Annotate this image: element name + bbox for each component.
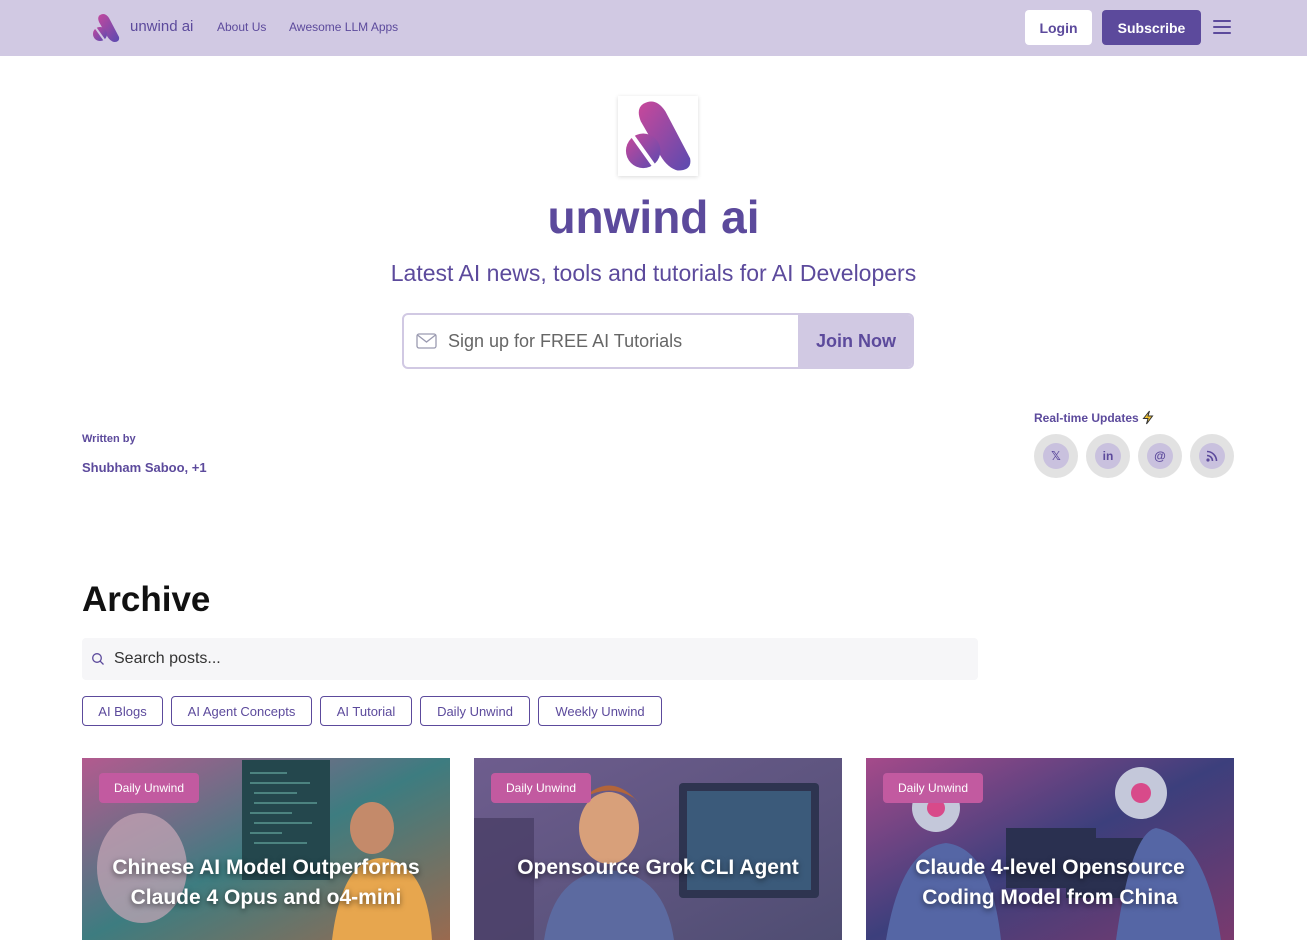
chip-weekly-unwind[interactable]: Weekly Unwind <box>538 696 662 726</box>
hero-logo <box>618 96 698 176</box>
card-badge: Daily Unwind <box>491 773 592 803</box>
author-name[interactable]: Shubham Saboo, +1 <box>82 460 207 475</box>
social-rss-button[interactable] <box>1190 434 1234 478</box>
post-card[interactable]: Daily Unwind Claude 4-level Opensource C… <box>866 758 1234 940</box>
login-button[interactable]: Login <box>1025 10 1092 45</box>
signup-form: Join Now <box>402 313 914 369</box>
social-linkedin-button[interactable]: in <box>1086 434 1130 478</box>
card-title[interactable]: Claude 4-level Opensource Coding Model f… <box>886 853 1214 913</box>
lightning-icon <box>1142 410 1154 425</box>
join-now-button[interactable]: Join Now <box>798 315 912 367</box>
subscribe-button[interactable]: Subscribe <box>1102 10 1201 45</box>
card-badge: Daily Unwind <box>883 773 984 803</box>
card-badge: Daily Unwind <box>99 773 200 803</box>
threads-icon: @ <box>1154 449 1166 463</box>
unwind-logo-icon[interactable] <box>91 13 121 43</box>
unwind-logo-large-icon <box>625 101 691 171</box>
chip-daily-unwind[interactable]: Daily Unwind <box>420 696 530 726</box>
hero-title: unwind ai <box>547 191 760 243</box>
social-threads-button[interactable]: @ <box>1138 434 1182 478</box>
post-card[interactable]: Daily Unwind Chinese AI Model Outperform… <box>82 758 450 940</box>
x-icon: 𝕏 <box>1051 449 1061 463</box>
search-posts-input[interactable] <box>114 638 964 680</box>
search-icon <box>92 653 104 665</box>
chip-ai-tutorial[interactable]: AI Tutorial <box>320 696 412 726</box>
nav-link-awesome-llm-apps[interactable]: Awesome LLM Apps <box>289 20 398 34</box>
rss-icon <box>1206 450 1218 462</box>
search-bar <box>82 638 978 680</box>
post-card[interactable]: Daily Unwind Opensource Grok CLI Agent <box>474 758 842 940</box>
top-nav: unwind ai About Us Awesome LLM Apps Logi… <box>0 0 1307 56</box>
chip-ai-agent-concepts[interactable]: AI Agent Concepts <box>171 696 312 726</box>
written-by-label: Written by <box>82 433 136 445</box>
signup-email-input[interactable] <box>448 315 796 367</box>
social-x-button[interactable]: 𝕏 <box>1034 434 1078 478</box>
archive-title: Archive <box>82 580 211 619</box>
card-title[interactable]: Opensource Grok CLI Agent <box>494 853 822 883</box>
card-title[interactable]: Chinese AI Model Outperforms Claude 4 Op… <box>102 853 430 913</box>
mail-icon <box>416 333 437 349</box>
linkedin-icon: in <box>1102 449 1114 463</box>
hero-subtitle: Latest AI news, tools and tutorials for … <box>390 260 917 286</box>
nav-brand[interactable]: unwind ai <box>130 18 193 35</box>
realtime-updates-label: Real-time Updates <box>1034 411 1139 425</box>
nav-link-about-us[interactable]: About Us <box>217 20 266 34</box>
hamburger-menu-icon[interactable] <box>1213 20 1231 34</box>
chip-ai-blogs[interactable]: AI Blogs <box>82 696 163 726</box>
